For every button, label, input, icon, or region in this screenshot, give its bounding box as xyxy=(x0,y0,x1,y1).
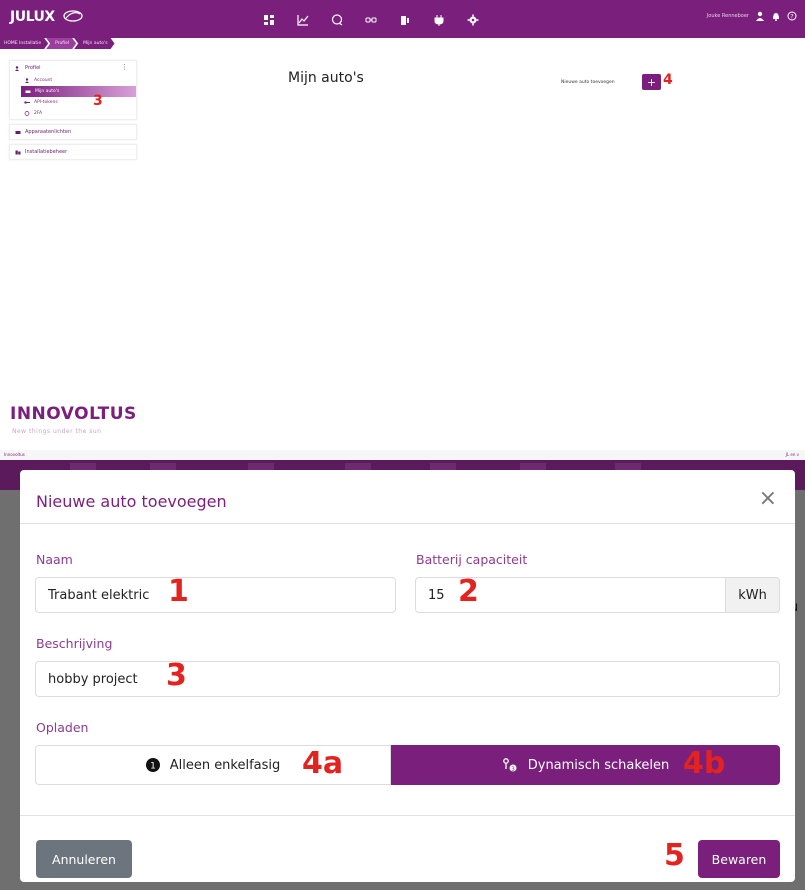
footer-language[interactable]: JL en v xyxy=(786,452,799,457)
user-area: Jouke Renneboer ? xyxy=(707,11,797,21)
annotation-3-sidebar: 3 xyxy=(93,93,103,109)
sidebar-group-label: Profiel xyxy=(25,65,41,71)
sidebar-item-api-tokens[interactable]: API-tokens xyxy=(10,97,136,108)
sidebar-item-label: 2FA xyxy=(34,111,43,116)
sidebar-group-header-devices[interactable]: Apparaatenlichten xyxy=(10,125,136,139)
sidebar-group-header-profile[interactable]: Profiel ⋮ xyxy=(10,61,136,75)
sidebar-group-header-installation[interactable]: Installatiebeheer xyxy=(10,145,136,159)
logo-swirl-icon xyxy=(63,10,83,22)
sidebar-item-account[interactable]: Account xyxy=(10,75,136,86)
breadcrumb-my-cars[interactable]: Mijn auto's xyxy=(74,38,114,49)
car-icon xyxy=(25,90,31,93)
name-field[interactable]: Trabant elektric xyxy=(35,577,396,613)
app-logo[interactable]: JULUX xyxy=(10,9,55,25)
svg-text:?: ? xyxy=(790,14,793,21)
brand-tagline: New things under the sun xyxy=(12,428,102,435)
sidebar-item-label: API-tokens xyxy=(34,100,58,105)
footer: Innovoltus JL en v xyxy=(0,450,805,460)
brand-logo: INNOVOLTUS xyxy=(10,404,137,424)
battery-icon xyxy=(401,16,409,25)
annotation-4a: 4a xyxy=(302,746,344,781)
phase-switch-icon: 3 xyxy=(502,758,517,772)
annotation-4b: 4b xyxy=(683,746,726,781)
user-icon[interactable] xyxy=(755,11,765,21)
key-icon xyxy=(24,101,30,104)
main-nav xyxy=(252,6,490,34)
chat-icon xyxy=(331,14,343,26)
option-single-label: Alleen enkelfasig xyxy=(169,757,281,773)
charging-toggle: 1 Alleen enkelfasig 3 Dynamisch schakele… xyxy=(35,745,780,785)
annotation-4: 4 xyxy=(663,72,673,88)
sidebar-group-label: Apparaatenlichten xyxy=(25,129,72,135)
sidebar-item-label: Account xyxy=(34,78,53,83)
sidebar-group-profile: Profiel ⋮ Account Mijn auto's API-tokens… xyxy=(9,60,137,120)
nav-dashboard[interactable] xyxy=(252,6,286,34)
sidebar-item-label: Mijn auto's xyxy=(35,89,60,94)
nav-devices[interactable] xyxy=(354,6,388,34)
modal-footer: Annuleren 5 Bewaren xyxy=(20,815,795,882)
modal-header: Nieuwe auto toevoegen × xyxy=(20,470,795,524)
nav-battery[interactable] xyxy=(388,6,422,34)
new-car-modal: Nieuwe auto toevoegen × Naam Trabant ele… xyxy=(20,470,795,882)
save-button[interactable]: Bewaren xyxy=(698,840,780,878)
sidebar-group-devices: Apparaatenlichten xyxy=(9,124,137,140)
cancel-button[interactable]: Annuleren xyxy=(36,840,132,878)
sidebar-group-label: Installatiebeheer xyxy=(25,149,68,155)
option-dynamic-label: Dynamisch schakelen xyxy=(527,757,670,773)
svg-text:3: 3 xyxy=(511,766,515,772)
sidebar-item-2fa[interactable]: 2FA xyxy=(10,108,136,119)
description-label: Beschrijving xyxy=(36,636,113,651)
account-icon xyxy=(25,78,29,83)
breadcrumb-home[interactable]: HOME Installatie xyxy=(0,38,48,49)
app-screen: JULUX Jouke Renneboer ? HOME Installatie… xyxy=(0,0,805,460)
more-options-icon[interactable]: ⋮ xyxy=(121,63,128,71)
svg-text:1: 1 xyxy=(150,762,156,772)
battery-label: Batterij capaciteit xyxy=(416,552,528,567)
footer-brand[interactable]: Innovoltus xyxy=(4,452,25,457)
modal-title: Nieuwe auto toevoegen xyxy=(36,492,227,511)
help-icon[interactable]: ? xyxy=(787,11,797,21)
annotation-5: 5 xyxy=(664,838,685,873)
username[interactable]: Jouke Renneboer xyxy=(707,13,749,19)
gear-icon xyxy=(467,14,479,26)
one-circle-icon: 1 xyxy=(145,758,160,772)
breadcrumb-profile[interactable]: Profiel xyxy=(46,38,76,49)
nav-charts[interactable] xyxy=(286,6,320,34)
close-icon[interactable]: × xyxy=(759,486,777,511)
nav-charger[interactable] xyxy=(422,6,456,34)
add-car-button[interactable]: + xyxy=(642,74,661,90)
bell-icon[interactable] xyxy=(771,11,781,21)
plug-icon xyxy=(434,15,444,26)
add-car-label: Nieuwe auto toevoegen xyxy=(561,80,615,85)
description-field[interactable]: hobby project xyxy=(35,661,780,697)
sidebar-item-my-cars[interactable]: Mijn auto's xyxy=(21,86,136,97)
dashboard-icon xyxy=(264,15,274,25)
breadcrumb: HOME Installatie Profiel Mijn auto's xyxy=(0,38,113,49)
users-icon xyxy=(15,65,19,71)
top-navbar: JULUX Jouke Renneboer ? xyxy=(0,0,805,38)
annotation-3: 3 xyxy=(166,658,187,693)
device-icon xyxy=(15,130,21,134)
sidebar: Profiel ⋮ Account Mijn auto's API-tokens… xyxy=(9,60,137,164)
charging-label: Opladen xyxy=(36,720,89,735)
annotation-2: 2 xyxy=(458,574,479,609)
sidebar-group-installation: Installatiebeheer xyxy=(9,144,137,160)
battery-unit: kWh xyxy=(726,577,780,613)
building-icon xyxy=(15,150,21,154)
shield-icon xyxy=(24,111,30,116)
page-title: Mijn auto's xyxy=(288,70,364,86)
name-label: Naam xyxy=(36,552,73,567)
link-icon xyxy=(365,17,377,23)
annotation-1: 1 xyxy=(168,574,189,609)
nav-settings[interactable] xyxy=(456,6,490,34)
nav-messages[interactable] xyxy=(320,6,354,34)
line-chart-icon xyxy=(297,15,309,26)
